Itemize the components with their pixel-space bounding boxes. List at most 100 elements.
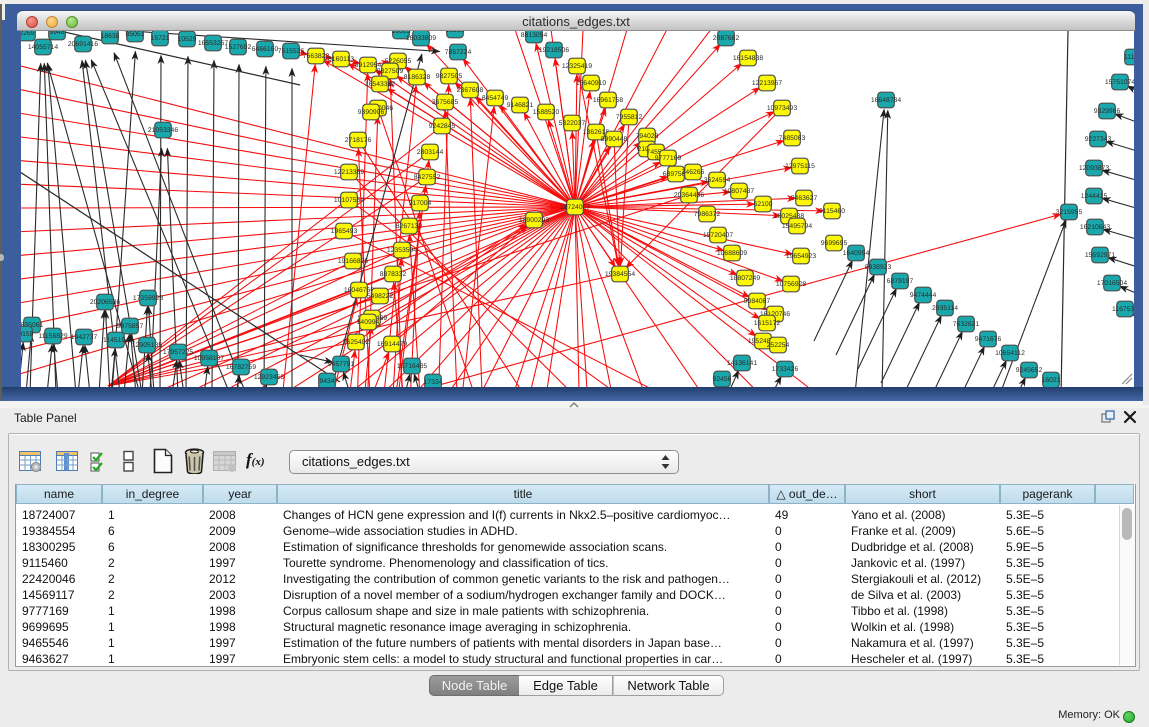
svg-text:15495794: 15495794 <box>782 223 812 230</box>
svg-text:1588520: 1588520 <box>533 109 560 116</box>
svg-text:7515526: 7515526 <box>278 48 305 55</box>
svg-text:2367608: 2367608 <box>457 87 484 94</box>
svg-text:1167533: 1167533 <box>1112 306 1134 313</box>
svg-text:9471676: 9471676 <box>975 336 1002 343</box>
svg-text:1942737: 1942737 <box>71 334 98 341</box>
svg-text:9242845: 9242845 <box>429 123 456 130</box>
svg-text:7955812: 7955812 <box>616 114 643 121</box>
svg-text:10756928: 10756928 <box>776 281 806 288</box>
svg-text:12093873: 12093873 <box>1079 165 1109 172</box>
svg-text:39159: 39159 <box>21 331 34 338</box>
svg-text:12353594: 12353594 <box>387 247 417 254</box>
svg-text:1615172: 1615172 <box>754 320 781 327</box>
svg-text:18638: 18638 <box>101 33 120 40</box>
svg-text:140994: 140994 <box>357 319 380 326</box>
svg-text:16648784: 16648784 <box>871 97 901 104</box>
svg-text:11124: 11124 <box>1124 54 1134 61</box>
svg-text:6466160: 6466160 <box>252 46 279 53</box>
svg-text:10958107: 10958107 <box>194 355 224 362</box>
svg-text:62100: 62100 <box>754 201 773 208</box>
svg-text:8813054: 8813054 <box>521 32 548 39</box>
svg-text:7485063: 7485063 <box>779 135 806 142</box>
svg-text:2087682: 2087682 <box>713 35 740 42</box>
svg-text:10529: 10529 <box>178 36 197 43</box>
svg-text:14136141: 14136141 <box>727 360 757 367</box>
svg-text:1733426: 1733426 <box>772 366 799 373</box>
svg-text:9457791: 9457791 <box>328 361 355 368</box>
svg-text:9474444: 9474444 <box>910 292 937 299</box>
svg-text:2718176: 2718176 <box>345 137 372 144</box>
svg-text:17359928: 17359928 <box>133 295 163 302</box>
svg-text:7625402: 7625402 <box>343 339 370 346</box>
svg-text:11156829: 11156829 <box>38 333 67 340</box>
svg-text:92456: 92456 <box>713 376 732 383</box>
svg-text:8878332: 8878332 <box>380 271 407 278</box>
svg-text:1527602: 1527602 <box>225 44 252 51</box>
svg-text:16961758: 16961758 <box>593 97 623 104</box>
svg-text:16782759: 16782759 <box>226 364 256 371</box>
svg-text:746266: 746266 <box>682 169 705 176</box>
svg-text:10533: 10533 <box>446 31 465 34</box>
svg-text:17334: 17334 <box>424 379 443 386</box>
svg-text:9948: 9948 <box>49 31 64 36</box>
svg-text:8938923: 8938923 <box>865 264 892 271</box>
svg-text:12923468: 12923468 <box>254 374 284 381</box>
svg-text:1244415: 1244415 <box>1081 193 1108 200</box>
svg-text:7663822: 7663822 <box>303 53 330 60</box>
svg-text:8160113: 8160113 <box>328 56 354 63</box>
svg-text:19384554: 19384554 <box>605 271 635 278</box>
svg-text:8427552: 8427552 <box>414 174 441 181</box>
svg-text:21053346: 21053346 <box>148 127 178 134</box>
svg-text:17016504: 17016504 <box>1097 280 1127 287</box>
svg-text:17957225: 17957225 <box>163 349 193 356</box>
svg-text:8990448: 8990448 <box>601 136 628 143</box>
svg-text:9115460: 9115460 <box>819 208 845 215</box>
svg-text:9434: 9434 <box>319 378 334 385</box>
svg-text:16154838: 16154838 <box>733 55 763 62</box>
svg-text:10654112: 10654112 <box>995 350 1025 357</box>
svg-text:9463627: 9463627 <box>791 195 818 202</box>
svg-text:9699695: 9699695 <box>821 240 848 247</box>
svg-text:18724007: 18724007 <box>560 204 590 211</box>
svg-text:16021: 16021 <box>1042 377 1061 384</box>
svg-text:9146821: 9146821 <box>507 102 534 109</box>
svg-text:9827509: 9827509 <box>377 68 404 75</box>
svg-text:14055714: 14055714 <box>28 44 58 51</box>
svg-text:8267130: 8267130 <box>396 223 423 230</box>
svg-text:15720407: 15720407 <box>703 232 733 239</box>
svg-text:12905135: 12905135 <box>132 342 162 349</box>
svg-text:12213389: 12213389 <box>334 169 364 176</box>
svg-text:9975857: 9975857 <box>117 323 144 330</box>
svg-text:12325419: 12325419 <box>562 63 592 70</box>
svg-text:3675685: 3675685 <box>432 99 459 106</box>
svg-text:2935114: 2935114 <box>932 305 958 312</box>
svg-text:15716485: 15716485 <box>397 363 427 370</box>
svg-text:8454749: 8454749 <box>482 95 509 102</box>
svg-text:3624554: 3624554 <box>704 177 731 184</box>
svg-text:8186328: 8186328 <box>404 74 431 81</box>
svg-text:9329966: 9329966 <box>1094 108 1121 115</box>
svg-text:9245652: 9245652 <box>1016 367 1043 374</box>
svg-text:5498222: 5498222 <box>367 293 394 300</box>
svg-text:9227343: 9227343 <box>1085 136 1112 143</box>
svg-text:19218506: 19218506 <box>539 47 569 54</box>
svg-text:10973493: 10973493 <box>767 105 797 112</box>
svg-text:1965493: 1965493 <box>331 228 358 235</box>
svg-text:10107554: 10107554 <box>334 197 364 204</box>
svg-text:2803144: 2803144 <box>417 149 444 156</box>
svg-text:85051: 85051 <box>126 31 145 38</box>
svg-text:10688609: 10688609 <box>717 250 747 257</box>
svg-text:7857224: 7857224 <box>445 49 472 56</box>
svg-text:15692971: 15692971 <box>1085 252 1115 259</box>
svg-text:20691416: 20691416 <box>68 41 98 48</box>
svg-text:18640910: 18640910 <box>576 80 606 87</box>
svg-text:10807487: 10807487 <box>724 188 754 195</box>
svg-text:9777169: 9777169 <box>655 155 682 162</box>
svg-text:794028: 794028 <box>636 133 659 140</box>
svg-text:7986372: 7986372 <box>694 211 721 218</box>
svg-text:12975115: 12975115 <box>785 163 815 170</box>
svg-text:1640954: 1640954 <box>843 250 870 257</box>
svg-text:9084067: 9084067 <box>744 298 771 305</box>
svg-text:15721: 15721 <box>151 35 170 42</box>
svg-text:19654923: 19654923 <box>786 253 816 260</box>
